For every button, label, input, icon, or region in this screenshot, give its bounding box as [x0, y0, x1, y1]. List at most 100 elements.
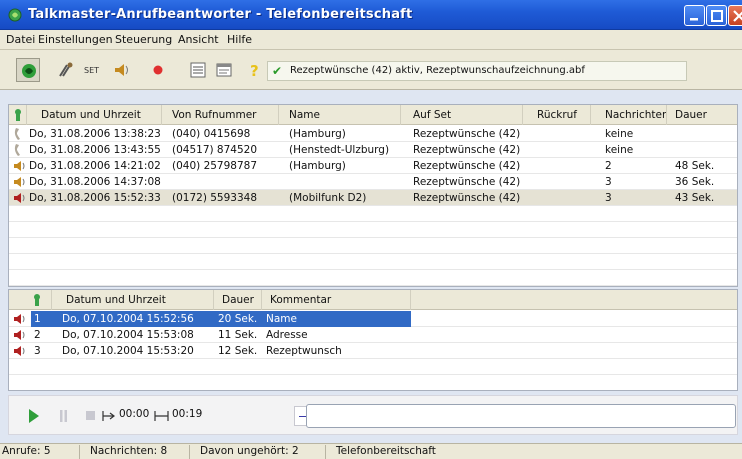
empty-row — [9, 359, 737, 375]
empty-row — [9, 222, 737, 238]
call-messages: keine — [605, 128, 634, 140]
call-name: (Henstedt-Ulzburg) — [289, 144, 390, 156]
empty-row — [9, 375, 737, 390]
stop-icon[interactable] — [85, 410, 95, 422]
call-row[interactable]: Do, 31.08.2006 14:21:02 (040) 25798787 (Ha… — [9, 158, 737, 174]
set-button[interactable]: SET — [80, 58, 104, 82]
column-message-datetime[interactable]: Datum und Uhrzeit — [52, 290, 214, 310]
call-callback — [523, 142, 591, 158]
calls-table-header: Datum und Uhrzeit Von Rufnummer Name Auf… — [9, 105, 737, 125]
call-datetime: Do, 31.08.2006 14:21:02 — [29, 160, 161, 172]
message-comment: Name — [262, 311, 411, 327]
call-duration: 36 Sek. — [675, 176, 715, 188]
column-message-duration[interactable]: Dauer — [214, 290, 262, 310]
empty-row — [9, 254, 737, 270]
menu-datei[interactable]: Datei — [6, 33, 35, 46]
call-set: Rezeptwünsche (42) — [413, 176, 521, 188]
close-button[interactable] — [728, 5, 742, 26]
seek-bar[interactable] — [306, 404, 736, 428]
call-callback — [523, 126, 591, 142]
column-icon[interactable] — [9, 105, 27, 125]
message-comment: Rezeptwunsch — [266, 345, 342, 357]
message-row[interactable]: 1 Do, 07.10.2004 15:52:56 20 Sek. Name — [9, 311, 737, 327]
speaker-icon — [14, 161, 25, 171]
column-messages[interactable]: Nachrichten — [591, 105, 667, 125]
status-bar: Anrufe: 5 Nachrichten: 8 Davon ungehört:… — [0, 443, 742, 459]
call-name: (Mobilfunk D2) — [289, 192, 367, 204]
length-icon — [154, 411, 169, 421]
status-profile: Telefonbereitschaft — [336, 445, 436, 457]
column-from-number[interactable]: Von Rufnummer — [162, 105, 279, 125]
menu-steuerung[interactable]: Steuerung — [115, 33, 172, 46]
maximize-button[interactable] — [706, 5, 727, 26]
speaker-red-icon — [14, 346, 25, 356]
minimize-button[interactable] — [684, 5, 705, 26]
message-comment: Adresse — [266, 329, 308, 341]
empty-row — [9, 206, 737, 222]
record-button[interactable] — [146, 58, 170, 82]
position-icon — [102, 411, 115, 421]
column-set[interactable]: Auf Set — [401, 105, 523, 125]
message-row[interactable]: 2 Do, 07.10.2004 15:53:08 11 Sek. Adresse — [9, 327, 737, 343]
call-row[interactable]: Do, 31.08.2006 14:37:08 Rezeptwünsche (42… — [9, 174, 737, 190]
call-row[interactable]: Do, 31.08.2006 13:43:55 (04517) 874520 (He… — [9, 142, 737, 158]
call-row[interactable]: Do, 31.08.2006 15:52:33 (0172) 5593348 (Mo… — [9, 190, 737, 206]
message-type-icon — [13, 343, 27, 359]
status-messages: Nachrichten: 8 — [88, 445, 190, 459]
call-list-button[interactable] — [186, 58, 210, 82]
call-number: (040) 0415698 — [172, 128, 251, 140]
status-unheard: Davon ungehört: 2 — [198, 445, 326, 459]
column-name[interactable]: Name — [279, 105, 401, 125]
play-icon[interactable] — [27, 408, 41, 424]
speaker-red-icon — [14, 193, 25, 203]
speaker-red-icon — [14, 330, 25, 340]
message-row[interactable]: 3 Do, 07.10.2004 15:53:20 12 Sek. Rezeptwun… — [9, 343, 737, 359]
calls-table[interactable]: Datum und Uhrzeit Von Rufnummer Name Auf… — [8, 104, 738, 287]
message-duration: 12 Sek. — [218, 345, 258, 357]
settings-icon — [59, 62, 73, 77]
card-view-button[interactable] — [212, 58, 236, 82]
call-row[interactable]: Do, 31.08.2006 13:38:23 (040) 0415698 (Ham… — [9, 126, 737, 142]
call-messages: 2 — [605, 160, 612, 172]
column-datetime[interactable]: Datum und Uhrzeit — [27, 105, 162, 125]
call-type-icon — [13, 142, 27, 158]
call-datetime: Do, 31.08.2006 15:52:33 — [29, 192, 161, 204]
message-duration: 11 Sek. — [218, 329, 258, 341]
column-message-index[interactable] — [9, 290, 52, 310]
message-datetime: Do, 07.10.2004 15:53:08 — [62, 329, 194, 341]
call-duration: 43 Sek. — [675, 192, 715, 204]
message-type-icon — [13, 311, 27, 327]
title-bar[interactable]: Talkmaster-Anrufbeantworter - Telefonber… — [0, 0, 742, 30]
column-duration[interactable]: Dauer — [667, 105, 737, 125]
menu-hilfe[interactable]: Hilfe — [227, 33, 252, 46]
menu-einstellungen[interactable]: Einstellungen — [38, 33, 113, 46]
length-time: 00:19 — [172, 408, 203, 420]
messages-table-header: Datum und Uhrzeit Dauer Kommentar — [9, 290, 737, 310]
help-button[interactable]: ? — [242, 58, 266, 82]
call-name: (Hamburg) — [289, 128, 346, 140]
messages-table[interactable]: Datum und Uhrzeit Dauer Kommentar 1 Do, 0… — [8, 289, 738, 391]
answering-machine-button[interactable] — [16, 58, 40, 82]
column-callback[interactable]: Rückruf — [523, 105, 591, 125]
menu-ansicht[interactable]: Ansicht — [178, 33, 219, 46]
message-datetime: Do, 07.10.2004 15:52:56 — [52, 311, 214, 327]
settings-button[interactable] — [54, 58, 78, 82]
call-type-icon — [13, 190, 27, 206]
close-icon — [733, 10, 742, 22]
call-datetime: Do, 31.08.2006 13:43:55 — [29, 144, 161, 156]
app-window: Talkmaster-Anrufbeantworter - Telefonber… — [0, 0, 742, 459]
phone-icon — [14, 144, 20, 156]
message-duration: 20 Sek. — [214, 311, 262, 327]
call-set: Rezeptwünsche (42) — [413, 144, 521, 156]
call-duration — [667, 126, 737, 142]
help-icon: ? — [250, 62, 259, 79]
call-messages: 3 — [605, 176, 612, 188]
call-duration — [667, 142, 737, 158]
pause-icon[interactable] — [59, 409, 69, 423]
empty-row — [9, 238, 737, 254]
column-comment[interactable]: Kommentar — [262, 290, 411, 310]
speaker-icon — [115, 64, 128, 76]
playback-button[interactable] — [110, 58, 134, 82]
answering-machine-icon — [22, 64, 36, 78]
speaker-red-icon — [14, 314, 25, 324]
